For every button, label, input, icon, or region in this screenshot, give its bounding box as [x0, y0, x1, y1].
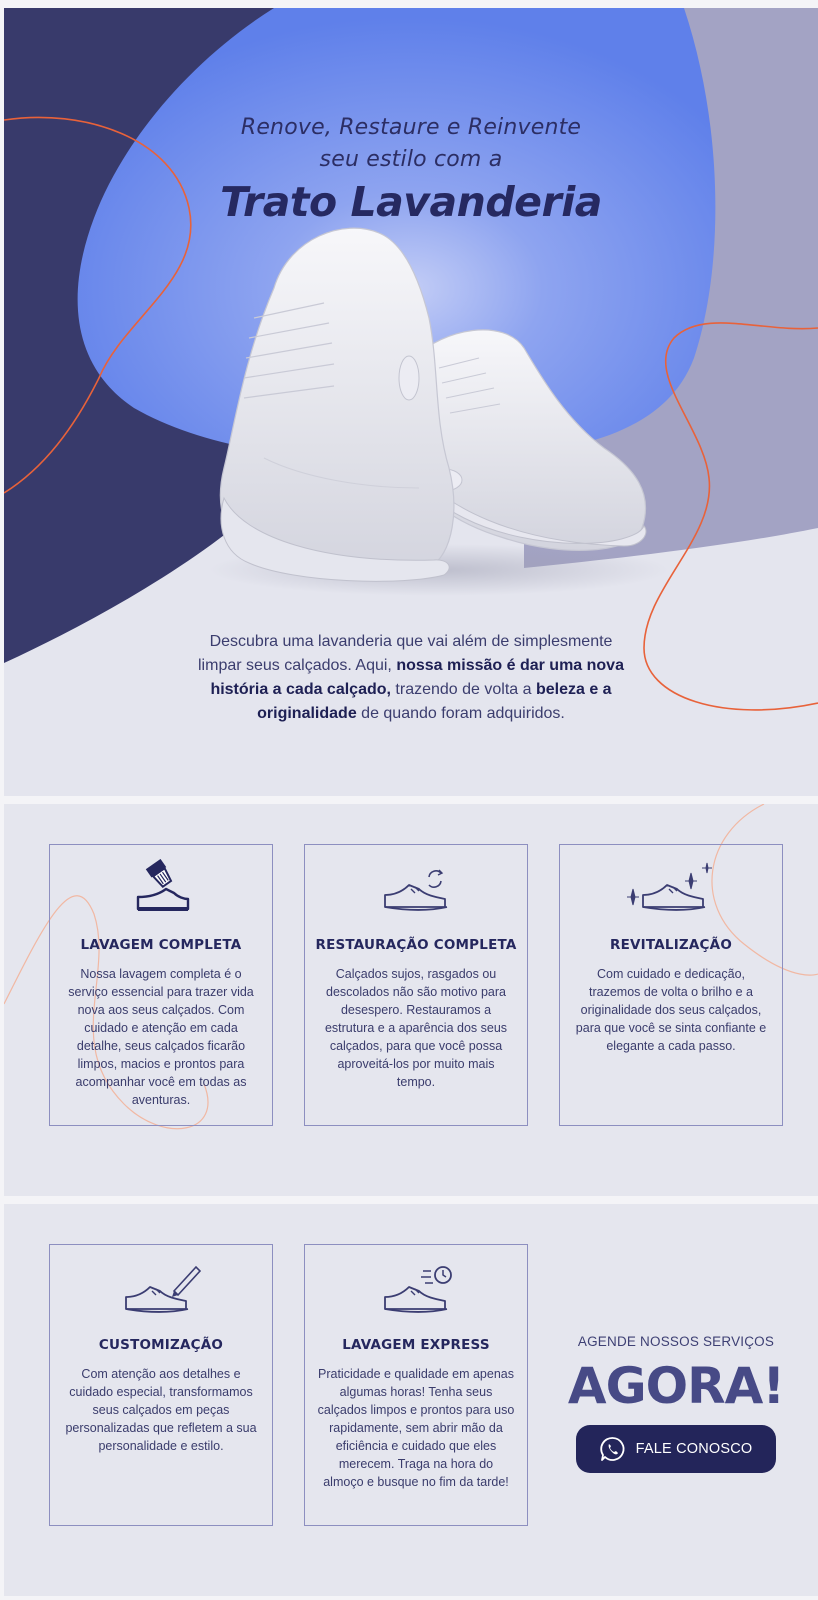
service-card-text: Praticidade e qualidade em apenas alguma… — [317, 1367, 515, 1489]
service-card-title: RESTAURAÇÃO COMPLETA — [315, 937, 517, 953]
hero-description: Descubra uma lavanderia que vai além de … — [194, 630, 628, 726]
hero-section: Renove, Restaure e Reinvente seu estilo … — [4, 8, 818, 796]
sneaker-sparkle-icon — [560, 859, 782, 929]
hero-description-text-2: trazendo de volta a — [390, 681, 536, 698]
service-card-restauracao-completa: RESTAURAÇÃO COMPLETA Calçados sujos, ras… — [304, 844, 528, 1126]
hero-line-1: Renove, Restaure e Reinvente — [240, 115, 582, 140]
service-card-text: Calçados sujos, rasgados ou descolados n… — [324, 967, 508, 1089]
brush-shoe-icon — [50, 859, 272, 929]
service-card-text: Com atenção aos detalhes e cuidado espec… — [65, 1367, 257, 1453]
whatsapp-icon — [599, 1436, 626, 1462]
hero-description-text-3: de quando foram adquiridos. — [356, 705, 565, 722]
sneakers-image — [204, 208, 674, 608]
services-section-2: CUSTOMIZAÇÃO Com atenção aos detalhes e … — [4, 1204, 818, 1596]
sneaker-refresh-icon — [305, 859, 527, 929]
service-card-lavagem-completa: LAVAGEM COMPLETA Nossa lavagem completa … — [49, 844, 273, 1126]
service-card-text: Com cuidado e dedicação, trazemos de vol… — [575, 967, 767, 1053]
service-card-text: Nossa lavagem completa é o serviço essen… — [68, 967, 254, 1107]
cta-subtitle: AGENDE NOSSOS SERVIÇOS — [577, 1334, 775, 1349]
service-card-customizacao: CUSTOMIZAÇÃO Com atenção aos detalhes e … — [49, 1244, 273, 1526]
sneaker-clock-icon — [305, 1259, 527, 1329]
hero-line-2: seu estilo com a — [319, 147, 503, 172]
service-card-title: LAVAGEM COMPLETA — [80, 937, 242, 953]
service-card-title: REVITALIZAÇÃO — [610, 937, 732, 953]
fale-conosco-label: FALE CONOSCO — [635, 1441, 753, 1457]
service-card-lavagem-express: LAVAGEM EXPRESS Praticidade e qualidade … — [304, 1244, 528, 1526]
sneaker-pen-icon — [50, 1259, 272, 1329]
fale-conosco-button[interactable]: FALE CONOSCO — [576, 1425, 776, 1473]
services-section-1: LAVAGEM COMPLETA Nossa lavagem completa … — [4, 804, 818, 1196]
service-card-revitalizacao: REVITALIZAÇÃO Com cuidado e dedicação, t… — [559, 844, 783, 1126]
service-card-title: LAVAGEM EXPRESS — [342, 1337, 490, 1353]
cta-headline: AGORA! — [567, 1357, 785, 1415]
cta-block: AGENDE NOSSOS SERVIÇOS AGORA! FALE CONOS… — [566, 1334, 786, 1473]
service-card-title: CUSTOMIZAÇÃO — [98, 1337, 224, 1353]
